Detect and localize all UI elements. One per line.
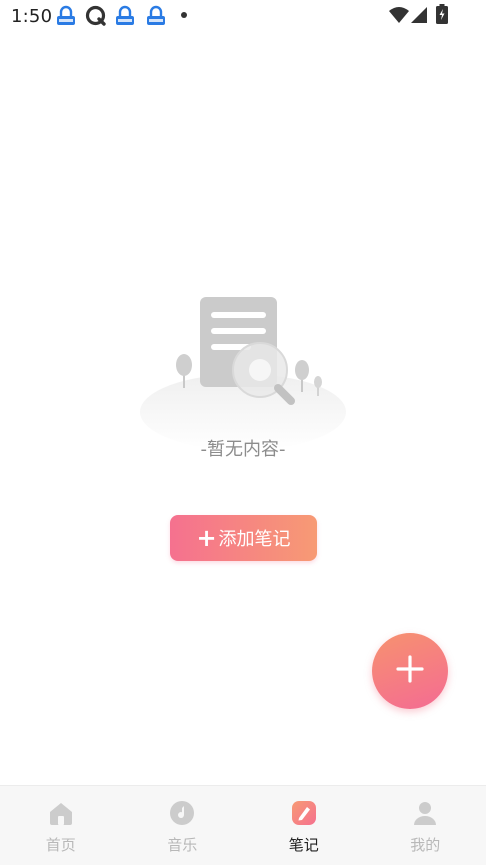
nav-label-music: 音乐 xyxy=(167,834,197,855)
music-disc-icon xyxy=(168,799,196,827)
empty-state-text: -暂无内容- xyxy=(0,435,486,461)
more-notifications-dot-icon xyxy=(181,12,187,18)
bottom-nav: 首页 音乐 笔记 xyxy=(0,785,486,865)
floating-add-button[interactable] xyxy=(372,633,448,709)
plus-icon xyxy=(395,654,425,688)
note-pencil-icon xyxy=(290,799,318,827)
nav-item-home[interactable]: 首页 xyxy=(0,786,122,865)
status-time: 1:50 xyxy=(11,6,52,27)
lock-app-icon xyxy=(55,5,77,31)
nav-item-profile[interactable]: 我的 xyxy=(365,786,486,865)
nav-label-home: 首页 xyxy=(46,834,76,855)
lock-app-icon xyxy=(145,5,167,31)
add-note-button[interactable]: + 添加笔记 xyxy=(170,515,317,561)
nav-label-profile: 我的 xyxy=(410,834,440,855)
lock-app-icon xyxy=(114,5,136,31)
nav-item-notes[interactable]: 笔记 xyxy=(243,786,365,865)
plus-icon: + xyxy=(196,526,216,550)
home-icon xyxy=(47,799,75,827)
battery-charging-icon xyxy=(436,4,448,28)
add-note-button-label: 添加笔记 xyxy=(219,525,291,551)
user-icon xyxy=(411,799,439,827)
q-app-icon xyxy=(85,5,107,31)
nav-item-music[interactable]: 音乐 xyxy=(122,786,244,865)
status-bar: 1:50 xyxy=(0,0,486,32)
nav-label-notes: 笔记 xyxy=(289,834,319,855)
wifi-icon xyxy=(388,6,410,28)
signal-icon xyxy=(410,6,428,28)
